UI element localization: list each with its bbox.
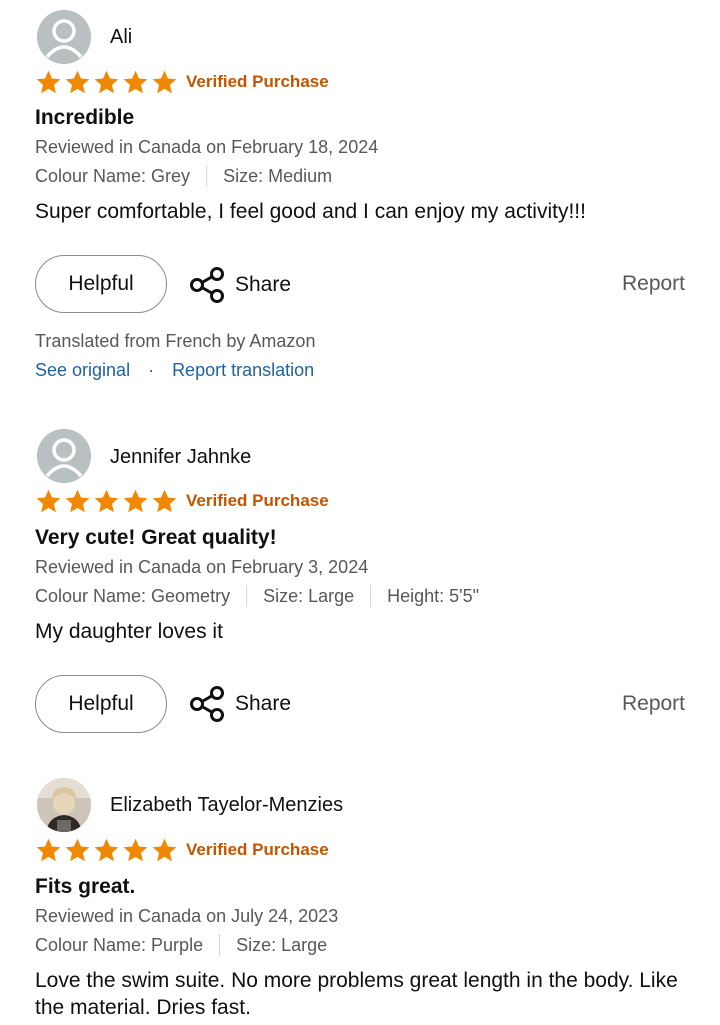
star-icon — [94, 489, 119, 513]
helpful-button[interactable]: Helpful — [35, 675, 167, 733]
report-link[interactable]: Report — [622, 692, 685, 716]
review-date: Reviewed in Canada on February 18, 2024 — [35, 137, 379, 157]
colour-attribute: Colour Name: Geometry — [35, 585, 231, 606]
reviewer-name[interactable]: Ali — [110, 26, 132, 49]
verified-purchase-badge: Verified Purchase — [186, 491, 329, 510]
star-icon — [152, 70, 177, 94]
star-icon — [94, 838, 119, 862]
review-attributes[interactable]: Colour Name: Geometry Size: Large Height… — [35, 585, 479, 607]
star-icon — [65, 70, 90, 94]
star-icon — [152, 838, 177, 862]
helpful-button[interactable]: Helpful — [35, 255, 167, 313]
star-icon — [123, 70, 148, 94]
colour-attribute: Colour Name: Purple — [35, 934, 204, 955]
translation-links: See original · Report translation — [35, 360, 314, 381]
star-icon — [36, 70, 61, 94]
size-attribute: Size: Large — [236, 934, 328, 955]
size-attribute: Size: Medium — [223, 165, 333, 186]
height-attribute: Height: 5'5" — [387, 585, 480, 606]
verified-purchase-badge: Verified Purchase — [186, 840, 329, 859]
default-avatar-icon[interactable] — [37, 429, 91, 483]
user-photo[interactable] — [37, 778, 91, 832]
report-translation-link[interactable]: Report translation — [172, 360, 314, 381]
divider — [206, 165, 208, 187]
review-attributes[interactable]: Colour Name: Grey Size: Medium — [35, 165, 332, 187]
star-icon — [65, 838, 90, 862]
reviewer-name[interactable]: Elizabeth Tayelor-Menzies — [110, 794, 343, 817]
reviewer-name[interactable]: Jennifer Jahnke — [110, 446, 251, 469]
star-icon — [65, 489, 90, 513]
report-link[interactable]: Report — [622, 272, 685, 296]
divider — [219, 934, 221, 956]
review-title: Incredible — [35, 106, 135, 129]
review-body: My daughter loves it — [35, 620, 223, 643]
verified-purchase-badge: Verified Purchase — [186, 72, 329, 91]
star-rating[interactable] — [35, 69, 178, 96]
separator-dot: · — [148, 360, 155, 380]
review-date: Reviewed in Canada on February 3, 2024 — [35, 557, 369, 577]
share-button[interactable]: Share — [189, 685, 291, 723]
translation-note: Translated from French by Amazon — [35, 331, 316, 351]
divider — [246, 585, 248, 607]
star-icon — [123, 838, 148, 862]
review-date: Reviewed in Canada on July 24, 2023 — [35, 906, 339, 926]
default-avatar-icon[interactable] — [37, 10, 91, 64]
star-icon — [36, 838, 61, 862]
star-icon — [152, 489, 177, 513]
colour-attribute: Colour Name: Grey — [35, 165, 191, 186]
review-body: Super comfortable, I feel good and I can… — [35, 200, 586, 223]
review-attributes[interactable]: Colour Name: Purple Size: Large — [35, 934, 327, 956]
divider — [370, 585, 372, 607]
see-original-link[interactable]: See original — [35, 360, 130, 381]
star-rating[interactable] — [35, 837, 178, 864]
star-rating[interactable] — [35, 488, 178, 515]
review-title: Very cute! Great quality! — [35, 526, 277, 549]
review-title: Fits great. — [35, 875, 136, 898]
share-icon — [190, 267, 224, 303]
share-icon — [190, 686, 224, 722]
star-icon — [36, 489, 61, 513]
share-button[interactable]: Share — [189, 266, 291, 304]
size-attribute: Size: Large — [263, 585, 355, 606]
star-icon — [123, 489, 148, 513]
review-body: Love the swim suite. No more problems gr… — [35, 969, 678, 1019]
star-icon — [94, 70, 119, 94]
